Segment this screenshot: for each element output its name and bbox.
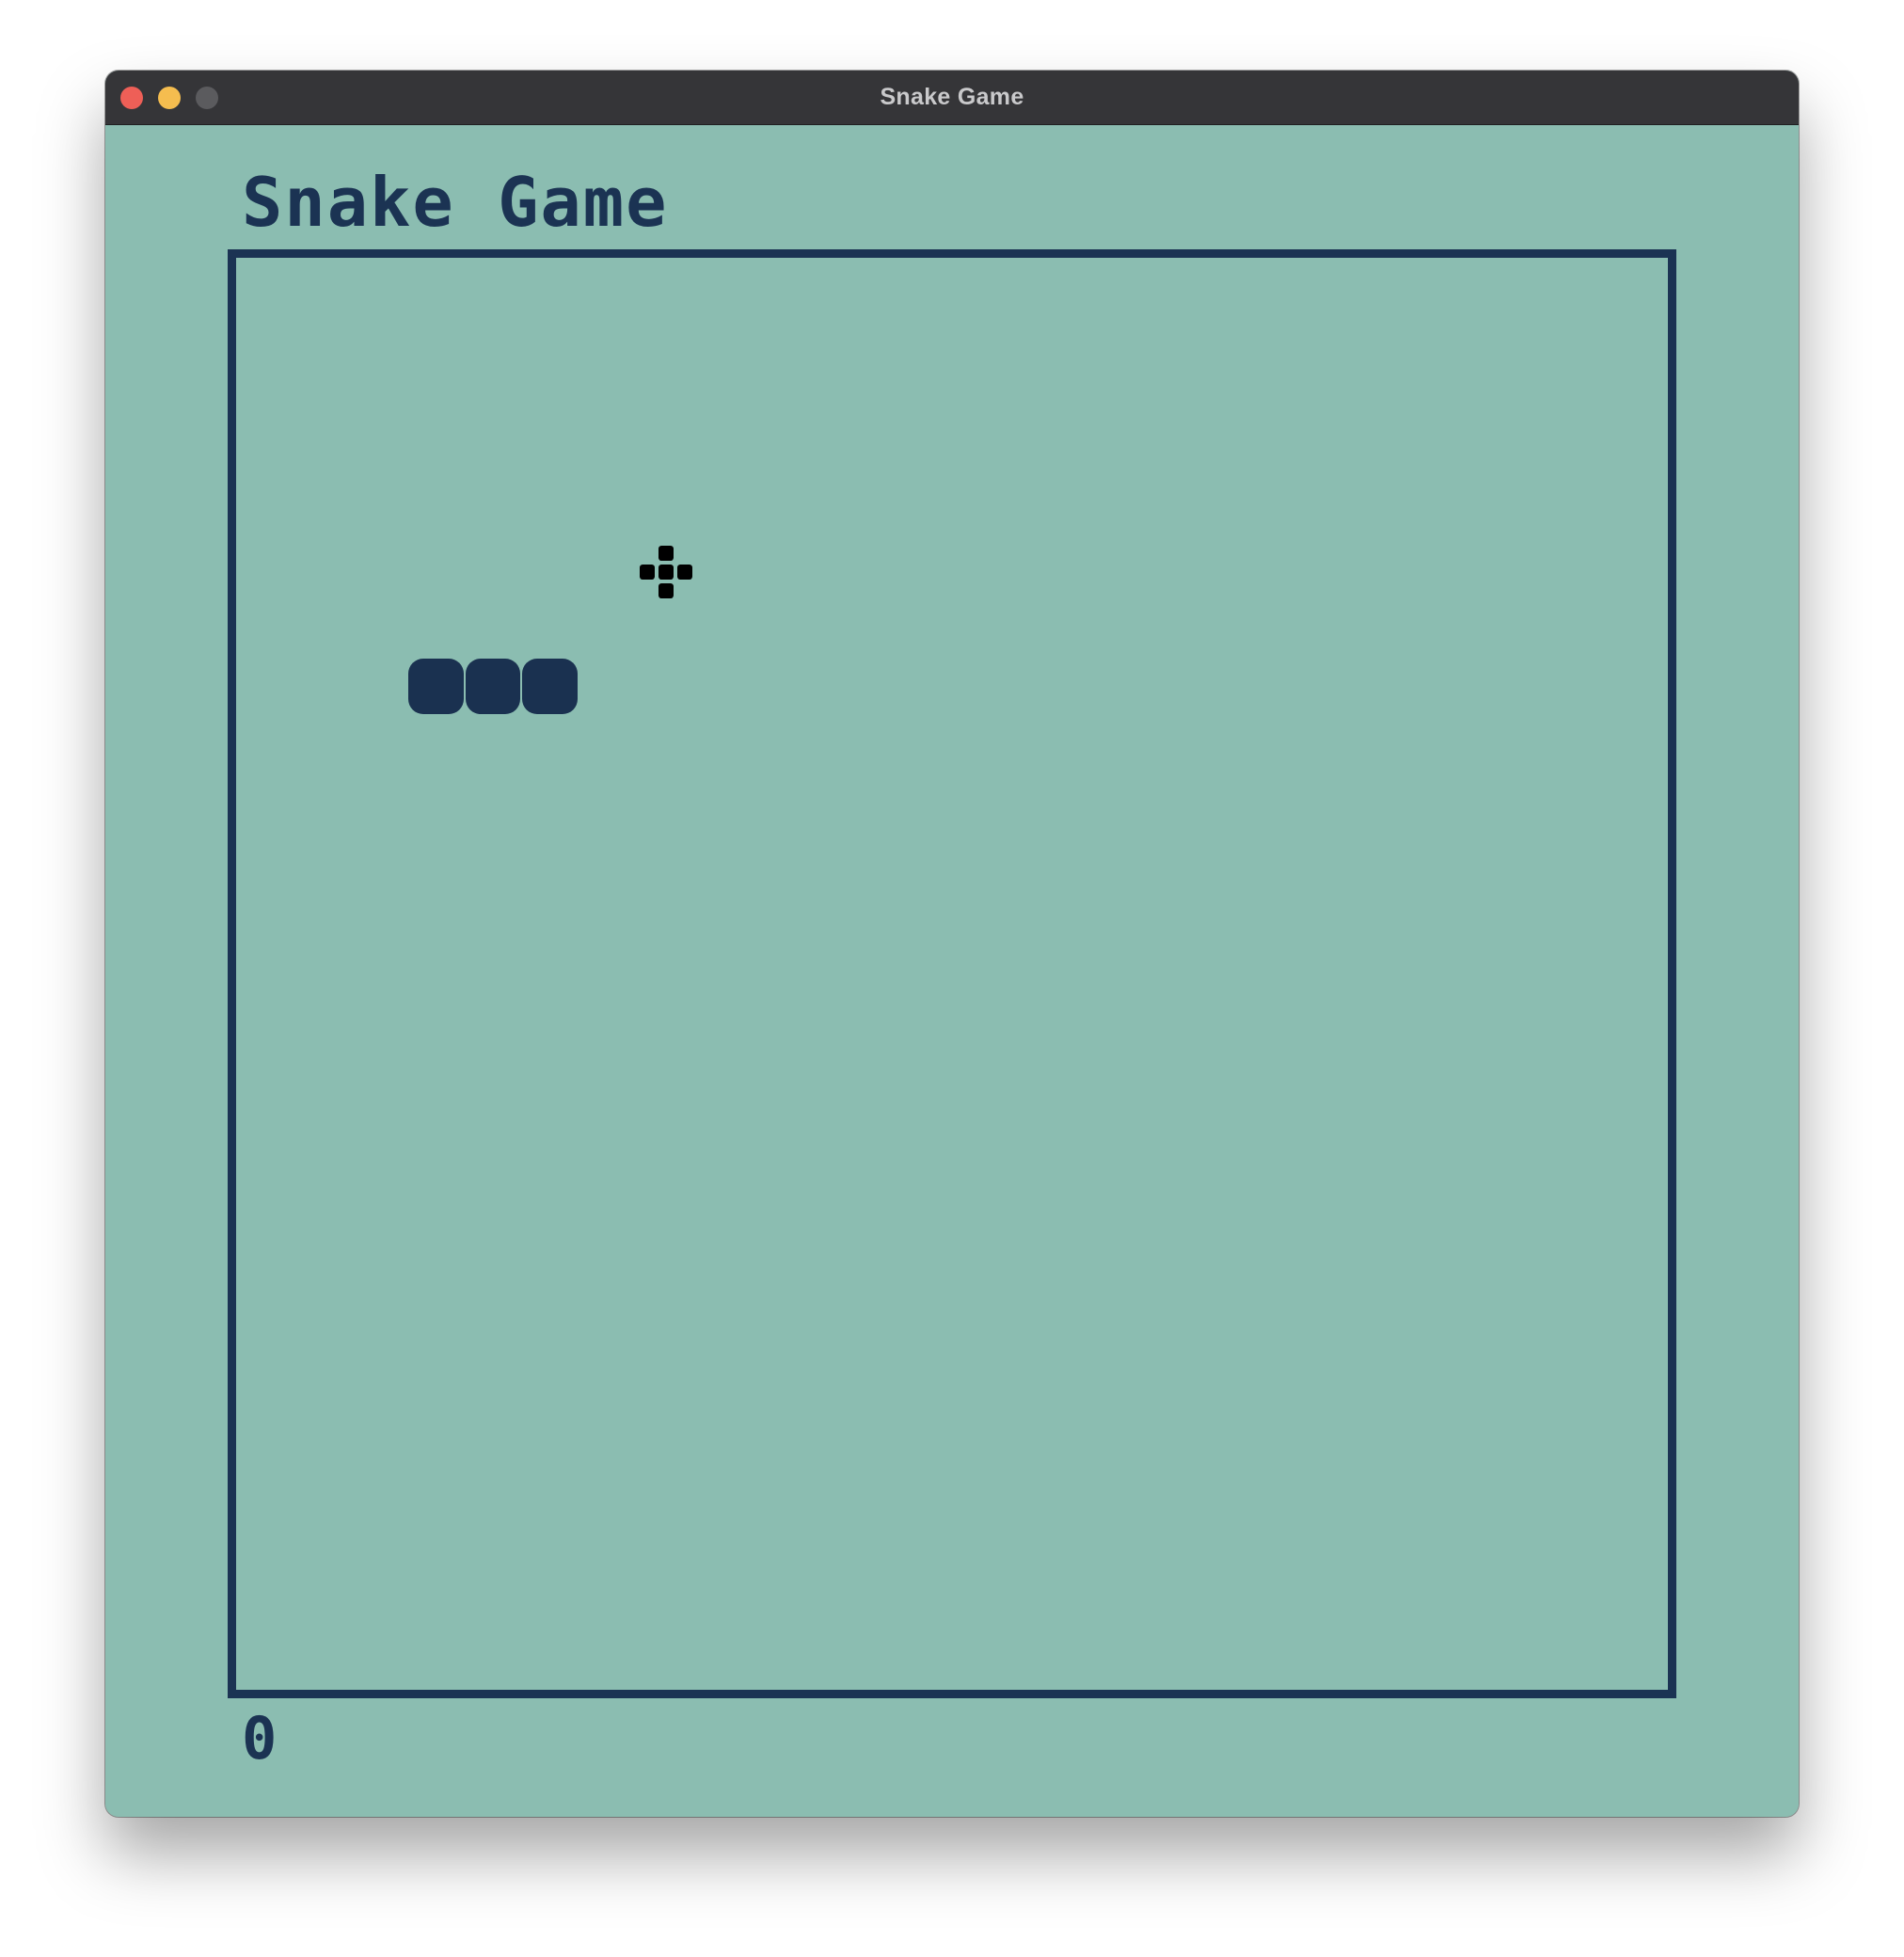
snake-segment <box>407 659 464 715</box>
score-display: 0 <box>242 1704 278 1773</box>
game-board[interactable] <box>228 249 1676 1698</box>
game-content: Snake Game 0 <box>105 125 1799 1817</box>
snake-segment <box>465 659 521 715</box>
plus-food-icon <box>640 546 693 599</box>
game-window: Snake Game Snake Game 0 <box>105 71 1799 1817</box>
snake-segment <box>522 659 579 715</box>
window-title: Snake Game <box>880 84 1024 110</box>
game-title: Snake Game <box>242 163 669 242</box>
title-bar[interactable]: Snake Game <box>105 71 1799 125</box>
